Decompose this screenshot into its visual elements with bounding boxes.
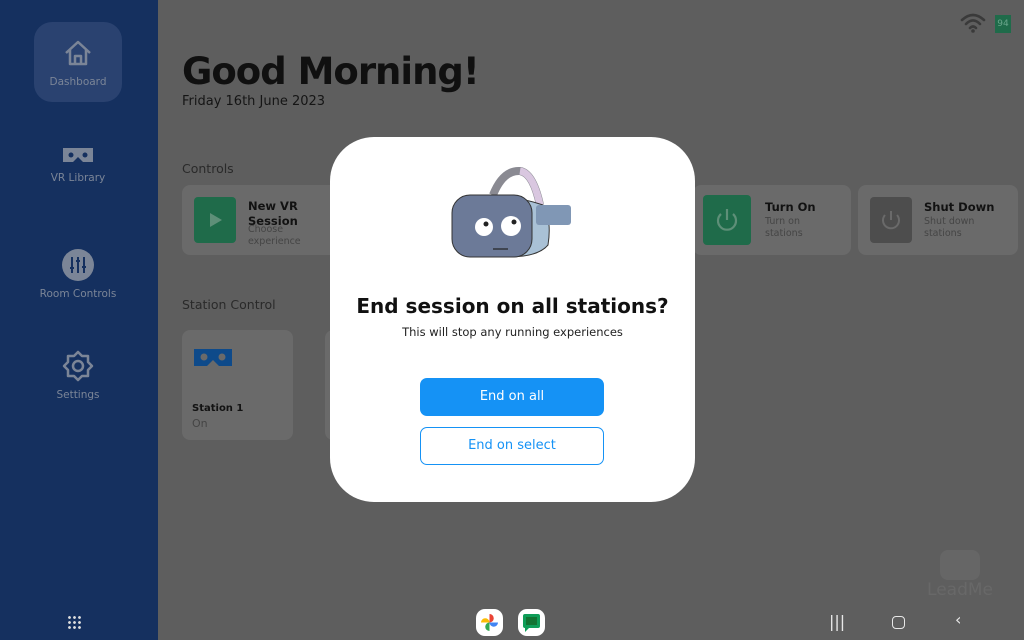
leadme-watermark: LeadMe [925, 550, 995, 600]
dialog-subtitle: This will stop any running experiences [402, 325, 623, 339]
sidebar: Dashboard VR Library Room Controls Setti… [0, 0, 158, 640]
vr-headset-icon [63, 148, 93, 162]
page-title: Good Morning! [182, 50, 480, 93]
station-card[interactable]: Station 1 On [182, 330, 293, 440]
end-session-dialog: End session on all stations? This will s… [330, 137, 695, 502]
vr-headset-mascot-icon [451, 167, 571, 258]
sidebar-item-settings[interactable]: Settings [34, 349, 122, 429]
sliders-icon [62, 249, 94, 281]
vr-headset-icon [194, 349, 232, 366]
sidebar-item-vr-library[interactable]: VR Library [34, 146, 122, 226]
turn-on-card[interactable]: Turn On Turn on stations [693, 185, 851, 255]
shut-down-card[interactable]: Shut Down Shut down stations [858, 185, 1018, 255]
google-chat-app-icon[interactable] [518, 609, 545, 636]
google-photos-app-icon[interactable] [476, 609, 503, 636]
power-icon [870, 197, 912, 243]
dialog-title: End session on all stations? [356, 294, 669, 318]
back-button[interactable]: ‹ [955, 610, 961, 629]
end-on-all-button[interactable]: End on all [420, 378, 604, 416]
end-on-select-button[interactable]: End on select [420, 427, 604, 465]
station-control-heading: Station Control [182, 297, 276, 312]
battery-indicator: 94 [995, 15, 1011, 33]
home-icon [65, 40, 91, 66]
controls-heading: Controls [182, 161, 234, 176]
home-button[interactable] [892, 616, 905, 629]
date-label: Friday 16th June 2023 [182, 94, 326, 109]
new-vr-session-card[interactable]: New VR Session Choose experience [182, 185, 342, 255]
power-icon [703, 195, 751, 245]
wifi-icon [960, 13, 986, 33]
app-drawer-icon[interactable] [67, 615, 81, 629]
gear-icon [62, 350, 94, 382]
recent-apps-button[interactable]: ||| [829, 612, 845, 631]
sidebar-item-dashboard[interactable]: Dashboard [34, 22, 122, 102]
play-icon [194, 197, 236, 243]
sidebar-item-room-controls[interactable]: Room Controls [34, 248, 122, 328]
